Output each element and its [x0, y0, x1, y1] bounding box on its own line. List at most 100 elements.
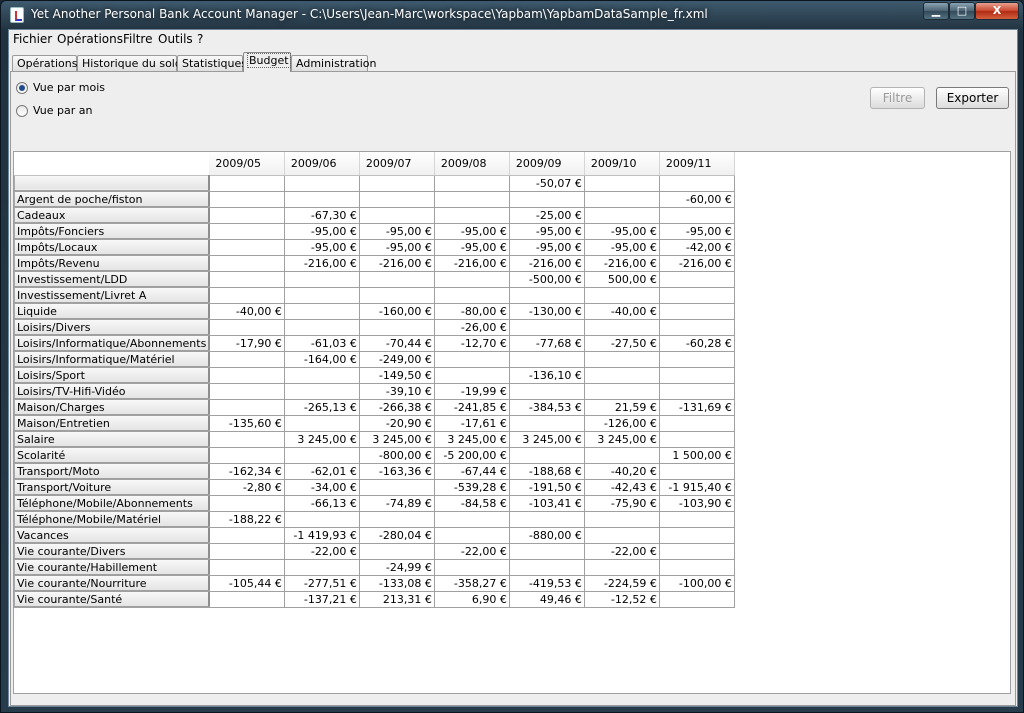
row-header[interactable]: Loisirs/TV-Hifi-Vidéo [14, 382, 211, 400]
table-cell[interactable]: -95,00 € [508, 222, 585, 240]
table-cell[interactable] [583, 174, 660, 192]
table-cell[interactable]: -100,00 € [658, 574, 735, 592]
row-header[interactable]: Vie courante/Santé [14, 590, 211, 608]
column-header[interactable]: 2009/09 [509, 152, 585, 176]
table-cell[interactable]: -216,00 € [283, 254, 360, 272]
table-cell[interactable] [658, 382, 735, 400]
table-cell[interactable]: 3 245,00 € [358, 430, 435, 448]
table-cell[interactable]: -419,53 € [508, 574, 585, 592]
table-row[interactable]: Téléphone/Mobile/Matériel -188,22 € [14, 510, 735, 528]
table-cell[interactable] [508, 286, 585, 304]
table-cell[interactable] [433, 286, 510, 304]
table-cell[interactable] [358, 174, 435, 192]
table-cell[interactable]: -1 915,40 € [658, 478, 735, 496]
table-cell[interactable]: -95,00 € [433, 222, 510, 240]
row-header[interactable]: Vie courante/Habillement [14, 558, 211, 576]
table-cell[interactable] [658, 558, 735, 576]
table-cell[interactable]: -149,50 € [358, 366, 435, 384]
table-cell[interactable]: -216,00 € [358, 254, 435, 272]
table-cell[interactable] [283, 414, 360, 432]
table-cell[interactable]: -103,41 € [508, 494, 585, 512]
table-cell[interactable]: -84,58 € [433, 494, 510, 512]
menu-fichier[interactable]: Fichier [13, 32, 52, 46]
minimize-button[interactable]: ▁ [923, 2, 949, 20]
tab-operations[interactable]: Opérations [12, 55, 77, 72]
table-cell[interactable] [658, 318, 735, 336]
table-cell[interactable]: -60,00 € [658, 190, 735, 208]
row-header[interactable]: Cadeaux [14, 206, 211, 224]
year-radio[interactable] [16, 104, 28, 117]
table-cell[interactable]: -265,13 € [283, 398, 360, 416]
row-header[interactable]: Investissement/Livret A [14, 286, 211, 304]
table-cell[interactable]: -75,90 € [583, 494, 660, 512]
row-header[interactable]: Impôts/Fonciers [14, 222, 211, 240]
table-cell[interactable]: -95,00 € [583, 222, 660, 240]
table-cell[interactable]: -95,00 € [283, 238, 360, 256]
table-cell[interactable]: -164,00 € [283, 350, 360, 368]
table-cell[interactable]: -22,00 € [583, 542, 660, 560]
table-cell[interactable]: 21,59 € [583, 398, 660, 416]
table-cell[interactable]: -5 200,00 € [433, 446, 510, 464]
table-cell[interactable] [583, 286, 660, 304]
table-cell[interactable] [583, 206, 660, 224]
table-cell[interactable]: -162,34 € [208, 462, 285, 480]
table-row[interactable]: Impôts/Fonciers -95,00 € -95,00 € -95,00 € -… [14, 222, 735, 240]
table-cell[interactable] [433, 366, 510, 384]
tab-administration[interactable]: Administration [291, 55, 377, 72]
column-header[interactable]: 2009/07 [359, 152, 435, 176]
table-cell[interactable]: -277,51 € [283, 574, 360, 592]
table-cell[interactable] [658, 430, 735, 448]
table-row[interactable]: Impôts/Revenu -216,00 € -216,00 € -216,00 €… [14, 254, 735, 272]
table-cell[interactable]: -800,00 € [358, 446, 435, 464]
table-cell[interactable]: -42,00 € [658, 238, 735, 256]
table-row[interactable]: Impôts/Locaux -95,00 € -95,00 € -95,00 € -95… [14, 238, 735, 256]
table-row[interactable]: Maison/Entretien -135,60 € -20,90 € -17,61 … [14, 414, 735, 432]
row-header[interactable]: Loisirs/Informatique/Matériel [14, 350, 211, 368]
row-header[interactable]: Téléphone/Mobile/Abonnements [14, 494, 211, 512]
table-cell[interactable] [208, 222, 285, 240]
menu-filtre[interactable]: Filtre [123, 32, 152, 46]
title-bar[interactable]: Yet Another Personal Bank Account Manage… [1, 1, 1023, 29]
table-cell[interactable]: -22,00 € [283, 542, 360, 560]
table-cell[interactable]: -74,89 € [358, 494, 435, 512]
column-header[interactable]: 2009/05 [209, 152, 285, 176]
row-header[interactable]: Loisirs/Sport [14, 366, 211, 384]
table-cell[interactable] [658, 206, 735, 224]
table-cell[interactable] [208, 238, 285, 256]
table-cell[interactable]: -135,60 € [208, 414, 285, 432]
table-cell[interactable] [208, 350, 285, 368]
table-cell[interactable]: -25,00 € [508, 206, 585, 224]
table-cell[interactable] [508, 382, 585, 400]
table-cell[interactable] [658, 510, 735, 528]
table-cell[interactable]: -17,90 € [208, 334, 285, 352]
table-cell[interactable]: -24,99 € [358, 558, 435, 576]
table-cell[interactable]: -137,21 € [283, 590, 360, 608]
table-cell[interactable]: -19,99 € [433, 382, 510, 400]
row-header[interactable]: Vie courante/Divers [14, 542, 211, 560]
table-cell[interactable] [658, 174, 735, 192]
table-cell[interactable] [208, 286, 285, 304]
table-cell[interactable] [208, 430, 285, 448]
table-cell[interactable] [658, 462, 735, 480]
table-cell[interactable] [508, 414, 585, 432]
table-cell[interactable]: -384,53 € [508, 398, 585, 416]
table-row[interactable]: Argent de poche/fiston -60,00 € [14, 190, 735, 208]
table-row[interactable]: Salaire 3 245,00 €3 245,00 €3 245,00 €3 2… [14, 430, 735, 448]
table-row[interactable]: Investissement/Livret A [14, 286, 735, 304]
table-cell[interactable]: -12,70 € [433, 334, 510, 352]
table-cell[interactable] [208, 174, 285, 192]
table-cell[interactable] [208, 398, 285, 416]
table-cell[interactable] [358, 286, 435, 304]
row-header[interactable]: Impôts/Revenu [14, 254, 211, 272]
table-cell[interactable]: -136,10 € [508, 366, 585, 384]
table-row[interactable]: Vie courante/Divers -22,00 € -22,00 € -22,0… [14, 542, 735, 560]
table-cell[interactable] [283, 286, 360, 304]
menu-help[interactable]: ? [197, 32, 203, 46]
table-cell[interactable]: -39,10 € [358, 382, 435, 400]
table-cell[interactable] [283, 366, 360, 384]
table-cell[interactable]: 49,46 € [508, 590, 585, 608]
table-cell[interactable]: -191,50 € [508, 478, 585, 496]
table-cell[interactable]: -77,68 € [508, 334, 585, 352]
table-cell[interactable]: -62,01 € [283, 462, 360, 480]
table-cell[interactable]: -34,00 € [283, 478, 360, 496]
